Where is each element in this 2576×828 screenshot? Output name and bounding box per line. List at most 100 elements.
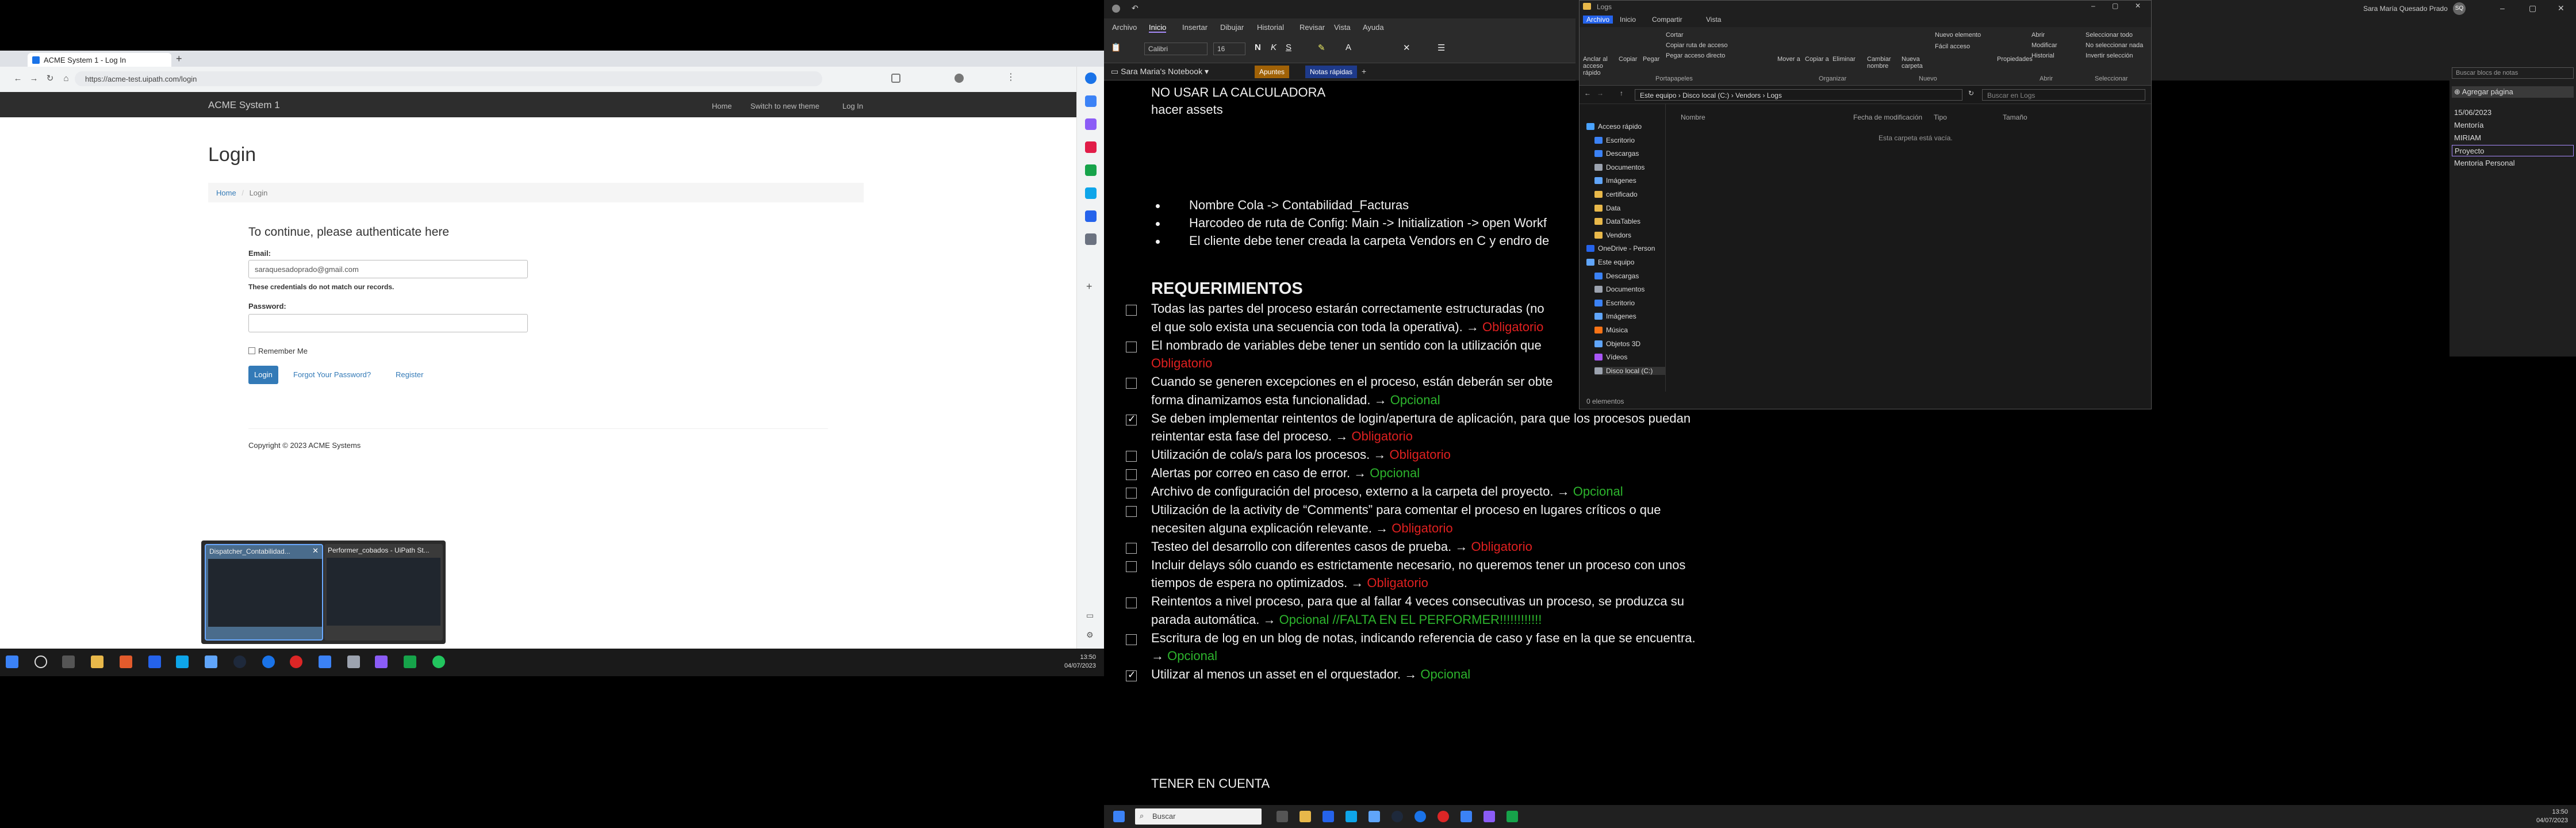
settings-icon[interactable]: ⚙ [1086, 630, 1094, 640]
maximize-icon[interactable]: ▢ [2529, 3, 2536, 13]
todo-checkbox-checked[interactable] [1126, 669, 1137, 681]
zoom-icon[interactable] [148, 656, 161, 668]
tab-archivo[interactable]: Archivo [1583, 16, 1613, 24]
copy-path-button[interactable]: Copiar ruta de acceso [1666, 42, 1728, 49]
nav-item[interactable]: Documentos [1594, 163, 1644, 171]
column-header[interactable]: Nombre [1681, 113, 1705, 121]
page-item[interactable]: Mentoria Personal [2452, 158, 2574, 169]
register-link[interactable]: Register [390, 366, 429, 384]
nav-item[interactable]: certificado [1594, 190, 1638, 198]
nav-item[interactable]: Música [1594, 326, 1628, 334]
shopping-icon[interactable] [1085, 118, 1097, 130]
profile-avatar[interactable] [954, 74, 964, 83]
vscode-icon[interactable] [1346, 811, 1357, 822]
remember-me[interactable]: Remember Me [248, 347, 308, 355]
nav-item[interactable]: Vendors [1594, 231, 1631, 239]
app-icon[interactable] [120, 656, 132, 668]
search-input[interactable]: Buscar en Logs [1982, 89, 2145, 101]
tab-inicio[interactable]: Inicio [1149, 23, 1167, 33]
address-bar[interactable]: https://acme-test.uipath.com/login [75, 71, 822, 86]
delete-button[interactable]: Eliminar [1833, 56, 1856, 63]
outlook-icon[interactable] [1085, 210, 1097, 222]
tab-archivo[interactable]: Archivo [1112, 23, 1137, 32]
close-icon[interactable]: ✕ [2135, 2, 2141, 10]
add-page-button[interactable]: ⊕ Agregar página [2452, 86, 2574, 98]
edge-icon[interactable] [262, 656, 275, 668]
todo-checkbox[interactable] [1126, 378, 1137, 389]
tab-inicio[interactable]: Inicio [1620, 16, 1636, 24]
nav-item[interactable]: Data [1594, 204, 1620, 212]
column-header[interactable]: Fecha de modificación [1853, 113, 1922, 121]
tab-vista[interactable]: Vista [1334, 23, 1351, 32]
app-icon[interactable] [432, 656, 445, 668]
avatar[interactable]: SQ [2453, 2, 2466, 15]
page-item-selected[interactable]: Proyecto [2452, 145, 2574, 156]
user-name[interactable]: Sara María Quesado Prado [2363, 5, 2448, 13]
back-icon[interactable]: ← [12, 72, 24, 85]
crumb[interactable]: Este equipo [1640, 91, 1676, 99]
column-header[interactable]: Tipo [1934, 113, 1947, 121]
nav-home[interactable]: Home [712, 102, 732, 110]
reload-icon[interactable]: ↻ [44, 72, 56, 85]
tab-revisar[interactable]: Revisar [1300, 23, 1325, 32]
nav-item[interactable]: Documentos [1594, 285, 1644, 293]
todo-checkbox[interactable] [1126, 488, 1137, 499]
uipath-icon[interactable] [319, 656, 331, 668]
new-folder-button[interactable]: Nueva carpeta [1902, 56, 1929, 70]
home-icon[interactable]: ⌂ [60, 72, 72, 85]
paste-icon[interactable]: 📋 [1111, 43, 1121, 52]
new-item-button[interactable]: Nuevo elemento [1935, 32, 1981, 39]
github-icon[interactable] [233, 656, 246, 668]
bold-icon[interactable]: N [1255, 43, 1261, 52]
refresh-icon[interactable]: ↻ [1968, 89, 1974, 97]
todo-checkbox[interactable] [1126, 305, 1137, 316]
todo-checkbox[interactable] [1126, 634, 1137, 645]
section-tab-notas-rapidas[interactable]: Notas rápidas [1305, 66, 1358, 78]
nav-item[interactable]: Imágenes [1594, 177, 1636, 185]
nav-item[interactable]: DataTables [1594, 217, 1640, 225]
app-icon[interactable] [1506, 811, 1518, 822]
tab-insertar[interactable]: Insertar [1182, 23, 1208, 32]
tools-icon[interactable] [1085, 141, 1097, 153]
close-icon[interactable]: ✕ [2558, 3, 2564, 13]
nav-item[interactable]: Descargas [1594, 150, 1639, 158]
remember-checkbox[interactable] [248, 347, 255, 354]
tab-compartir[interactable]: Compartir [1652, 16, 1682, 24]
todo-checkbox[interactable] [1126, 597, 1137, 608]
steam-icon[interactable] [205, 656, 217, 668]
back-icon[interactable]: ← [1584, 89, 1591, 97]
add-section-icon[interactable]: + [1362, 67, 1366, 76]
highlight-icon[interactable]: ✎ [1318, 43, 1325, 53]
forward-icon[interactable]: → [28, 72, 40, 85]
taskbar-search[interactable]: ⌕ Buscar [1135, 808, 1262, 825]
pin-quick-access-button[interactable]: Anclar al acceso rápido [1583, 56, 1611, 76]
select-none-button[interactable]: No seleccionar nada [2086, 42, 2143, 49]
italic-icon[interactable]: K [1271, 43, 1276, 52]
move-to-button[interactable]: Mover a [1777, 56, 1800, 63]
font-select[interactable]: Calibri [1144, 43, 1208, 55]
sidebar-toggle-icon[interactable]: ▭ [1086, 611, 1094, 620]
tab-dibujar[interactable]: Dibujar [1220, 23, 1244, 32]
font-color-icon[interactable]: A [1346, 43, 1351, 52]
nav-switch-theme[interactable]: Switch to new theme [750, 102, 819, 110]
start-icon[interactable] [6, 656, 18, 668]
nav-login[interactable]: Log In [842, 102, 863, 110]
new-tab-button[interactable]: + [176, 53, 182, 65]
nav-item[interactable]: Objetos 3D [1594, 340, 1640, 348]
telegram-icon[interactable] [1085, 233, 1097, 245]
menu-icon[interactable]: ⋮ [1006, 71, 1015, 83]
crumb[interactable]: Vendors [1735, 91, 1761, 99]
open-button[interactable]: Abrir [2031, 32, 2045, 39]
extension-icon[interactable] [891, 74, 900, 83]
notebook-selector[interactable]: ▭ Sara Maria's Notebook ▾ [1111, 67, 1209, 76]
edit-button[interactable]: Modificar [2031, 42, 2057, 49]
tab-vista[interactable]: Vista [1706, 16, 1721, 24]
office-icon[interactable] [1085, 187, 1097, 199]
close-icon[interactable]: ✕ [312, 546, 319, 555]
properties-button[interactable]: Propiedades [1997, 56, 2033, 63]
list-icon[interactable]: ☰ [1438, 43, 1445, 53]
password-field[interactable] [248, 314, 528, 332]
browser-tab[interactable]: ACME System 1 - Log In [28, 53, 171, 67]
nav-item[interactable]: Acceso rápido [1586, 122, 1642, 131]
nav-item[interactable]: Este equipo [1586, 258, 1634, 266]
